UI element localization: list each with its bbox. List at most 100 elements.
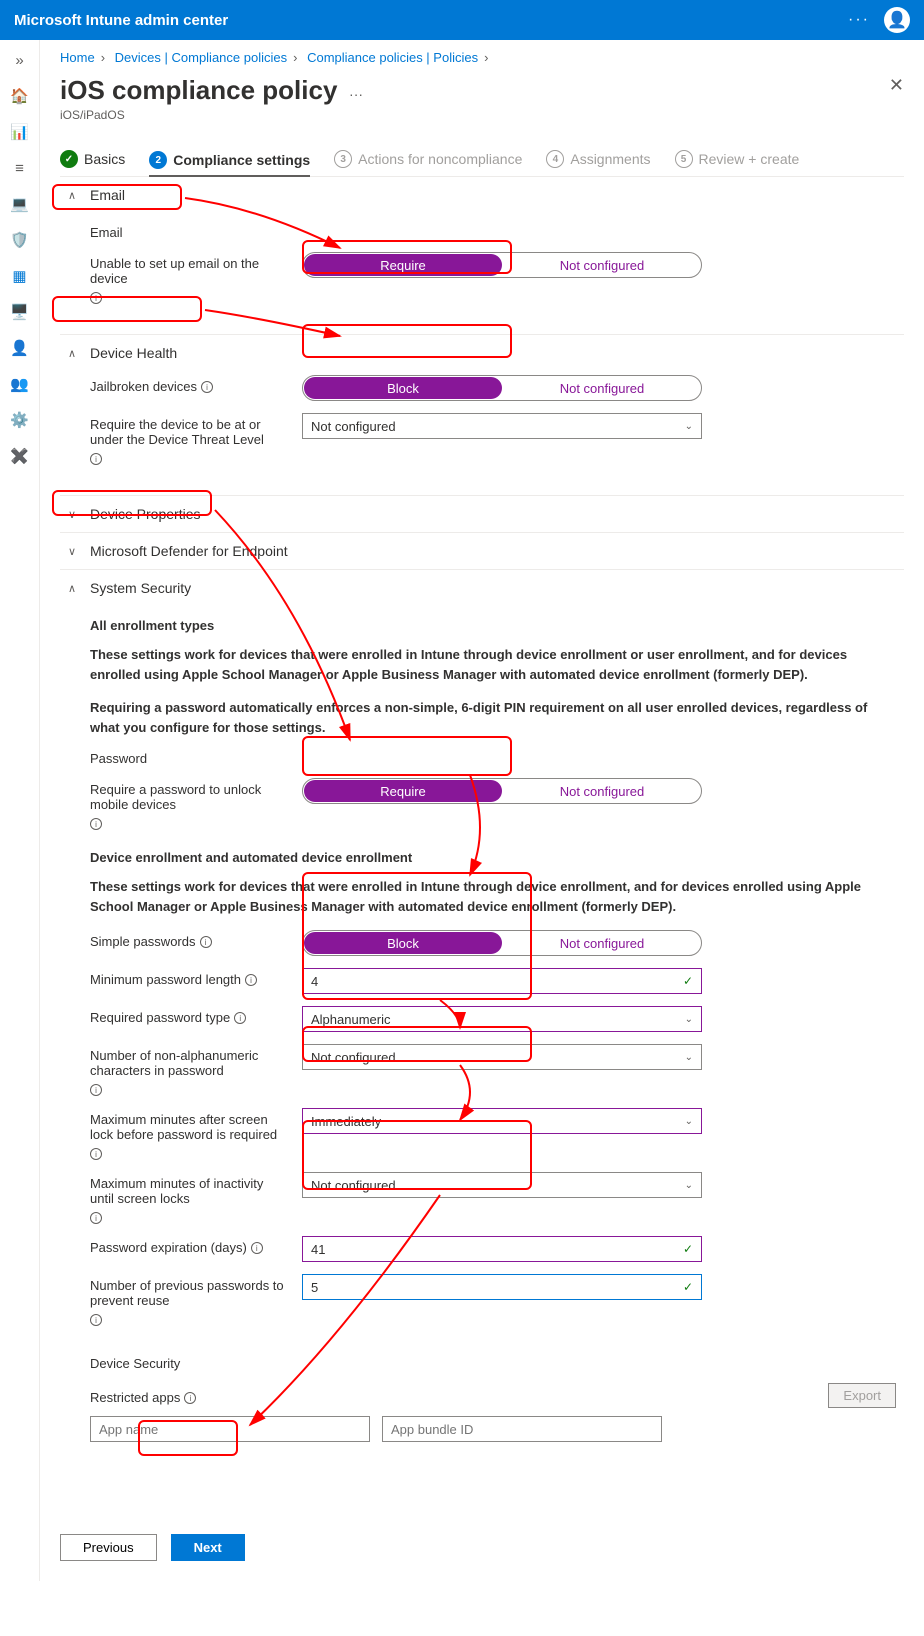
section-defender-header[interactable]: ∨ Microsoft Defender for Endpoint [60,533,904,569]
info-icon[interactable]: i [251,1242,263,1254]
chevron-down-icon: ⌄ [685,421,693,432]
tab-assignments[interactable]: 4 Assignments [546,150,650,168]
maxinact-select[interactable]: Not configured ⌄ [302,1172,702,1198]
tab-compliance[interactable]: 2 Compliance settings [149,151,310,177]
close-icon[interactable]: ✕ [889,75,904,96]
enrollment-para-2: Requiring a password automatically enfor… [90,698,896,737]
chevron-down-icon: ∨ [68,545,80,558]
home-icon[interactable]: 🏠 [8,84,32,108]
top-header: Microsoft Intune admin center ··· 👤 [0,0,924,40]
enrollment-para-1: These settings work for devices that wer… [90,645,896,684]
devices-icon[interactable]: 💻 [8,192,32,216]
tab-review[interactable]: 5 Review + create [675,150,800,168]
check-icon: ✓ [683,1280,693,1294]
check-icon: ✓ [60,150,78,168]
prev-pw-input[interactable]: 5 ✓ [302,1274,702,1300]
security-icon[interactable]: 🛡️ [8,228,32,252]
tab-basics[interactable]: ✓ Basics [60,150,125,168]
info-icon[interactable]: i [234,1012,246,1024]
wizard-footer: Previous Next [60,1520,904,1561]
pw-type-select[interactable]: Alphanumeric ⌄ [302,1006,702,1032]
pw-type-label: Required password type [90,1010,230,1025]
chevron-down-icon: ⌄ [685,1052,693,1063]
enrollment-para-3: These settings work for devices that wer… [90,877,896,916]
info-icon[interactable]: i [201,381,213,393]
section-defender: ∨ Microsoft Defender for Endpoint [60,533,904,570]
chevron-up-icon: ∧ [68,347,80,360]
restricted-apps-label: Restricted apps [90,1390,180,1405]
page-subtitle: iOS/iPadOS [60,108,363,122]
content-area: Home› Devices | Compliance policies› Com… [40,40,924,1581]
previous-button[interactable]: Previous [60,1534,157,1561]
breadcrumb: Home› Devices | Compliance policies› Com… [60,44,904,75]
nonalpha-select[interactable]: Not configured ⌄ [302,1044,702,1070]
chevron-down-icon: ⌄ [685,1180,693,1191]
section-system-security: ∧ System Security All enrollment types T… [60,570,904,1460]
step-4-badge: 4 [546,150,564,168]
wizard-tabs: ✓ Basics 2 Compliance settings 3 Actions… [60,150,904,177]
chevron-down-icon: ⌄ [685,1014,693,1025]
prev-pw-label: Number of previous passwords to prevent … [90,1278,290,1308]
section-device-health: ∧ Device Health Jailbroken devicesi Bloc… [60,335,904,496]
groups-icon[interactable]: 👥 [8,372,32,396]
breadcrumb-home[interactable]: Home [60,50,95,65]
maxlock-label: Maximum minutes after screen lock before… [90,1112,290,1142]
email-subhead: Email [90,225,896,240]
email-setup-label: Unable to set up email on the device [90,256,290,286]
info-icon[interactable]: i [90,1314,102,1326]
info-icon[interactable]: i [90,292,102,304]
troubleshoot-icon[interactable]: ✖️ [8,444,32,468]
services-icon[interactable]: ≡ [8,156,32,180]
step-2-badge: 2 [149,151,167,169]
app-title: Microsoft Intune admin center [14,12,228,29]
chevron-down-icon: ⌄ [685,1116,693,1127]
section-device-properties-header[interactable]: ∨ Device Properties [60,496,904,532]
password-head: Password [90,751,896,766]
pw-exp-input[interactable]: 41 ✓ [302,1236,702,1262]
chevron-up-icon: ∧ [68,582,80,595]
avatar[interactable]: 👤 [884,7,910,33]
maxlock-select[interactable]: Immediately ⌄ [302,1108,702,1134]
chevron-up-icon: ∧ [68,189,80,202]
check-icon: ✓ [683,974,693,988]
sidebar-collapse-icon[interactable]: » [8,48,32,72]
dashboard-icon[interactable]: 📊 [8,120,32,144]
min-length-input[interactable]: 4 ✓ [302,968,702,994]
maxinact-label: Maximum minutes of inactivity until scre… [90,1176,290,1206]
title-more-icon[interactable]: ··· [349,86,363,102]
section-system-security-header[interactable]: ∧ System Security [60,570,904,606]
info-icon[interactable]: i [245,974,257,986]
tab-actions[interactable]: 3 Actions for noncompliance [334,150,522,168]
threat-level-select[interactable]: Not configured ⌄ [302,413,702,439]
info-icon[interactable]: i [200,936,212,948]
nonalpha-label: Number of non-alphanumeric characters in… [90,1048,290,1078]
users-icon[interactable]: 👤 [8,336,32,360]
export-button[interactable]: Export [828,1383,896,1408]
simple-pw-toggle[interactable]: Block Not configured [302,930,702,956]
section-email: ∧ Email Email Unable to set up email on … [60,177,904,335]
apps-icon[interactable]: ▦ [8,264,32,288]
tenant-icon[interactable]: ⚙️ [8,408,32,432]
jailbroken-toggle[interactable]: Block Not configured [302,375,702,401]
next-button[interactable]: Next [171,1534,245,1561]
require-pw-toggle[interactable]: Require Not configured [302,778,702,804]
header-more-icon[interactable]: ··· [848,11,870,29]
breadcrumb-policies[interactable]: Compliance policies | Policies [307,50,478,65]
section-device-health-header[interactable]: ∧ Device Health [60,335,904,371]
info-icon[interactable]: i [90,453,102,465]
info-icon[interactable]: i [90,818,102,830]
pw-exp-label: Password expiration (days) [90,1240,247,1255]
breadcrumb-devices[interactable]: Devices | Compliance policies [115,50,287,65]
device-security-head: Device Security [90,1356,896,1371]
info-icon[interactable]: i [184,1392,196,1404]
email-setup-toggle[interactable]: Require Not configured [302,252,702,278]
step-3-badge: 3 [334,150,352,168]
threat-level-label: Require the device to be at or under the… [90,417,290,447]
info-icon[interactable]: i [90,1148,102,1160]
section-email-header[interactable]: ∧ Email [60,177,904,213]
app-bundle-input[interactable] [382,1416,662,1442]
endpoint-icon[interactable]: 🖥️ [8,300,32,324]
info-icon[interactable]: i [90,1084,102,1096]
app-name-input[interactable] [90,1416,370,1442]
info-icon[interactable]: i [90,1212,102,1224]
